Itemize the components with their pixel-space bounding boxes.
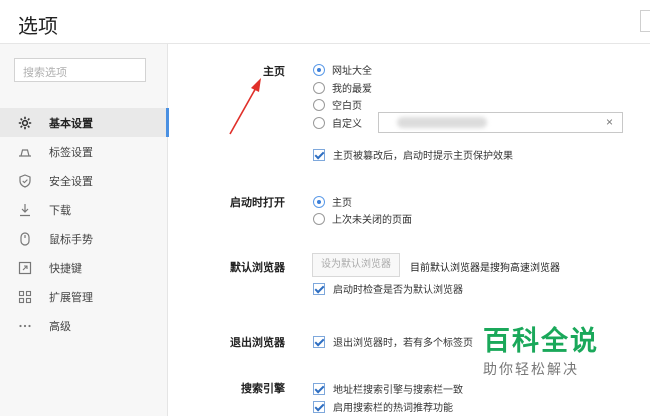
sidebar-item-label: 下载: [49, 204, 71, 217]
sidebar-item-label: 快捷键: [49, 262, 82, 275]
option-label: 我的最爱: [332, 84, 372, 95]
radio-button[interactable]: [313, 98, 325, 111]
title-bar: 选项: [0, 0, 650, 44]
radio-button[interactable]: [313, 195, 325, 208]
check-default-option[interactable]: 启动时检查是否为默认浏览器: [313, 281, 463, 296]
sidebar-item-label: 基本设置: [49, 117, 93, 130]
exit-confirm-option[interactable]: 退出浏览器时，若有多个标签页: [313, 334, 473, 349]
tab-icon: [17, 144, 33, 160]
radio-button[interactable]: [313, 212, 325, 225]
default-browser-status: 目前默认浏览器是搜狗高速浏览器: [410, 263, 560, 274]
sidebar-item-basic-settings[interactable]: 基本设置: [0, 108, 169, 137]
startup-option-homepage[interactable]: 主页: [313, 194, 352, 209]
sidebar: 搜索选项 基本设置 标签设置 安全设置 下载 鼠标手势 快捷键 扩展管理 高级: [0, 44, 169, 416]
startup-option-last-session[interactable]: 上次未关闭的页面: [313, 211, 412, 226]
startup-label: 启动时打开: [230, 197, 285, 209]
option-label: 上次未关闭的页面: [332, 215, 412, 226]
sidebar-item-mouse-gestures[interactable]: 鼠标手势: [0, 224, 168, 253]
checkbox[interactable]: [313, 400, 325, 413]
sidebar-item-shortcuts[interactable]: 快捷键: [0, 253, 168, 282]
sidebar-nav: 基本设置 标签设置 安全设置 下载 鼠标手势 快捷键 扩展管理 高级: [0, 108, 169, 340]
default-browser-label: 默认浏览器: [230, 262, 285, 274]
blurred-url: [397, 117, 487, 128]
sidebar-item-label: 鼠标手势: [49, 233, 93, 246]
option-label: 启用搜索栏的热词推荐功能: [333, 403, 453, 414]
annotation-arrow-icon: [229, 78, 261, 135]
custom-homepage-input[interactable]: ×: [378, 112, 623, 133]
homepage-option-blank[interactable]: 空白页: [313, 97, 362, 112]
option-label: 主页: [332, 198, 352, 209]
homepage-option-favorites[interactable]: 我的最爱: [313, 80, 372, 95]
page-title: 选项: [18, 16, 58, 38]
more-icon: [17, 318, 33, 334]
sidebar-item-download[interactable]: 下载: [0, 195, 168, 224]
exit-browser-label: 退出浏览器: [230, 337, 285, 349]
option-label: 地址栏搜索引擎与搜索栏一致: [333, 385, 463, 396]
option-label: 网址大全: [332, 66, 372, 77]
checkbox[interactable]: [313, 282, 325, 295]
hot-words-option[interactable]: 启用搜索栏的热词推荐功能: [313, 399, 453, 414]
watermark: 百科全说 助你轻松解决: [483, 325, 638, 379]
checkbox[interactable]: [313, 148, 325, 161]
sidebar-item-label: 安全设置: [49, 175, 93, 188]
extensions-icon: [17, 289, 33, 305]
shortcut-icon: [17, 260, 33, 276]
sidebar-item-label: 高级: [49, 320, 71, 333]
watermark-title: 百科全说: [483, 326, 599, 356]
option-label: 退出浏览器时，若有多个标签页: [333, 338, 473, 349]
checkbox[interactable]: [313, 382, 325, 395]
shield-icon: [17, 173, 33, 189]
search-engine-label: 搜索引擎: [241, 383, 285, 395]
set-default-browser-button[interactable]: 设为默认浏览器: [312, 253, 400, 277]
gear-icon: [17, 115, 33, 131]
radio-button[interactable]: [313, 81, 325, 94]
clear-icon[interactable]: ×: [606, 115, 613, 129]
homepage-option-url-directory[interactable]: 网址大全: [313, 62, 372, 77]
homepage-option-custom[interactable]: 自定义: [313, 115, 362, 130]
radio-button[interactable]: [313, 116, 325, 129]
radio-button[interactable]: [313, 63, 325, 76]
window-control-edge[interactable]: [640, 10, 650, 32]
sidebar-item-security-settings[interactable]: 安全设置: [0, 166, 168, 195]
watermark-subtitle: 助你轻松解决: [483, 361, 579, 377]
checkbox[interactable]: [313, 335, 325, 348]
search-engine-sync-option[interactable]: 地址栏搜索引擎与搜索栏一致: [313, 381, 463, 396]
search-input[interactable]: 搜索选项: [14, 58, 146, 82]
sidebar-item-label: 扩展管理: [49, 291, 93, 304]
mouse-icon: [17, 231, 33, 247]
homepage-protect-option[interactable]: 主页被篡改后，启动时提示主页保护效果: [313, 147, 513, 162]
sidebar-item-advanced[interactable]: 高级: [0, 311, 168, 340]
download-icon: [17, 202, 33, 218]
sidebar-item-tab-settings[interactable]: 标签设置: [0, 137, 168, 166]
option-label: 自定义: [332, 119, 362, 130]
sidebar-item-label: 标签设置: [49, 146, 93, 159]
option-label: 空白页: [332, 101, 362, 112]
option-label: 主页被篡改后，启动时提示主页保护效果: [333, 151, 513, 162]
sidebar-item-extensions[interactable]: 扩展管理: [0, 282, 168, 311]
option-label: 启动时检查是否为默认浏览器: [333, 285, 463, 296]
